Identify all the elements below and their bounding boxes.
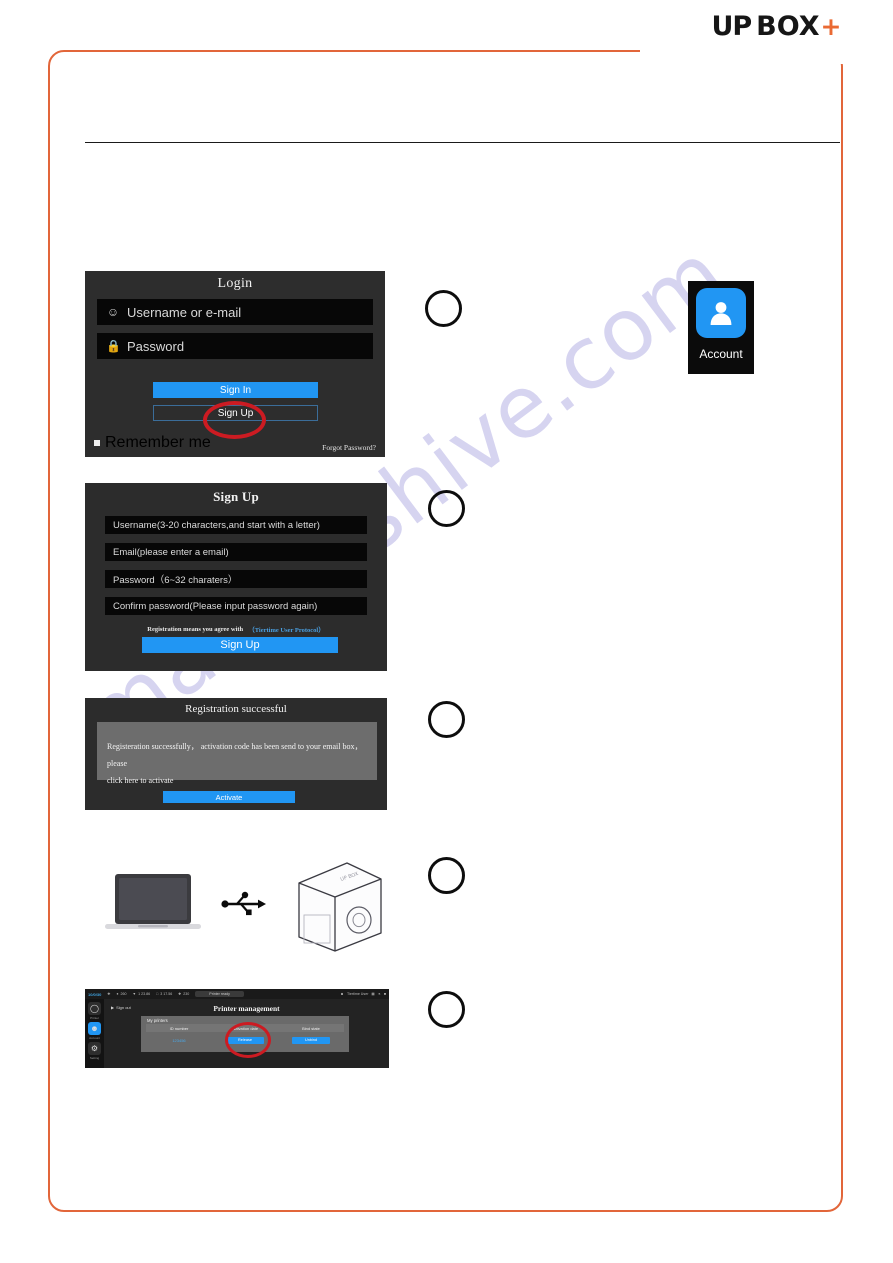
pm-sidebar-item-account[interactable]: ☻ Account <box>88 1022 101 1040</box>
gear-icon: ⚙ <box>88 1042 101 1055</box>
pm-card-title: My printers <box>147 1018 168 1023</box>
login-title: Login <box>217 276 253 291</box>
person-icon <box>696 288 746 338</box>
pm-move-icon[interactable]: ✚ <box>107 992 110 996</box>
pm-sidebar: ◯ Printer ☻ Account ⚙ Setting <box>85 999 104 1068</box>
pm-temp-readout: ▼ 1 23.86 <box>133 992 151 996</box>
layer-icon: □ <box>156 992 159 996</box>
registration-message-line1: Registeration successfully， activation c… <box>107 742 363 768</box>
sign-in-button[interactable]: Sign In <box>153 382 318 398</box>
temperature-icon: ▼ <box>132 992 137 996</box>
protocol-agreement-row: Registration means you agree with （Tiert… <box>85 624 387 635</box>
pm-release-button[interactable]: Release <box>226 1036 264 1044</box>
pm-sidebar-item-setting[interactable]: ⚙ Setting <box>88 1042 101 1060</box>
grid-icon[interactable]: ▦ <box>371 992 374 996</box>
sign-up-button[interactable]: Sign Up <box>153 405 318 421</box>
signup-confirm-password-input[interactable]: Confirm password(Please input password a… <box>105 597 367 615</box>
pm-unbind-button[interactable]: Unbind <box>292 1036 330 1044</box>
registration-message-body: Registeration successfully， activation c… <box>97 722 377 785</box>
brand-box-text: BOX <box>756 11 820 42</box>
pm-bed-readout: ✚ 230 <box>178 992 189 996</box>
bed-icon: ✚ <box>178 992 182 996</box>
signup-confirm-placeholder: Confirm password(Please input password a… <box>113 600 318 612</box>
pm-toolbar: 10/0/30 ✚ ● 260 ▼ 1 23.86 □ 3 17.56 ✚ 23… <box>85 989 389 999</box>
laptop-icon <box>105 874 201 929</box>
password-input[interactable]: 🔒 Password <box>97 333 373 359</box>
pm-temp-value: 1 23.86 <box>138 992 151 996</box>
pm-nozzle-readout: ● 260 <box>116 992 126 996</box>
brand-plus-icon: + <box>820 12 842 41</box>
printer-icon: ◯ <box>88 1002 101 1015</box>
nozzle-icon: ● <box>116 992 119 996</box>
pm-printers-table: ID number Activation date Bind state 123… <box>146 1024 344 1046</box>
signup-email-input[interactable]: Email(please enter a email) <box>105 543 367 561</box>
step-marker-2 <box>428 490 465 527</box>
step-marker-5 <box>428 991 465 1028</box>
pm-sidebar-label-account: Account <box>89 1036 100 1040</box>
account-tile[interactable]: Account <box>688 281 754 374</box>
user-icon[interactable]: ☻ <box>340 992 344 996</box>
registration-message-line2: click here to activate <box>107 776 174 785</box>
pm-toolbar-right: ☻ Tiertime User ▦ ❧ ■ <box>340 992 386 996</box>
pm-layer-value: 3 17.56 <box>160 992 173 996</box>
pm-cell-activation: Release <box>212 1036 278 1044</box>
signup-password-input[interactable]: Password（6~32 charaters） <box>105 570 367 588</box>
activate-button[interactable]: Activate <box>163 791 295 803</box>
pm-bed-value: 230 <box>183 992 190 996</box>
pm-cell-id: 123456 <box>172 1037 186 1043</box>
pm-col-bind-state: Bind state <box>302 1025 320 1031</box>
brand-up-text: UP <box>711 11 752 42</box>
pm-coordinates: 10/0/30 <box>88 991 102 997</box>
signup-submit-button[interactable]: Sign Up <box>142 637 338 653</box>
signup-email-placeholder: Email(please enter a email) <box>113 546 229 558</box>
lock-icon: 🔒 <box>106 339 121 353</box>
table-row: 123456 Release Unbind <box>146 1034 344 1046</box>
pm-my-printers-card: My printers ID number Activation date Bi… <box>141 1016 349 1052</box>
pm-status-badge: Printer ready <box>195 991 244 997</box>
pm-table-header: ID number Activation date Bind state <box>146 1024 344 1032</box>
registration-success-panel: Registration successful Registeration su… <box>85 698 387 810</box>
share-icon[interactable]: ❧ <box>378 992 381 996</box>
account-icon: ☻ <box>88 1022 101 1035</box>
pm-nozzle-value: 260 <box>120 992 127 996</box>
protocol-link[interactable]: （Tiertime User Protocol） <box>248 624 325 634</box>
pm-sidebar-label-setting: Setting <box>89 1056 100 1060</box>
remember-me-row[interactable]: Remember me <box>94 434 211 452</box>
remember-me-label: Remember me <box>105 434 211 451</box>
password-placeholder: Password <box>127 338 185 354</box>
pm-col-id: ID number <box>169 1025 189 1031</box>
signup-password-placeholder: Password（6~32 charaters） <box>113 575 238 586</box>
frame-logo-notch <box>640 40 850 64</box>
header-divider <box>85 142 840 143</box>
signup-title: Sign Up <box>213 489 259 504</box>
remember-me-checkbox[interactable] <box>94 440 100 446</box>
pm-col-activation: Activation date <box>231 1025 259 1031</box>
protocol-note-text: Registration means you agree with <box>147 625 244 633</box>
signup-panel: Sign Up Username(3-20 characters,and sta… <box>85 483 387 671</box>
login-panel: Login ☺ Username or e-mail 🔒 Password Si… <box>85 271 385 457</box>
pm-cell-bind-state: Unbind <box>278 1036 344 1044</box>
step-marker-3 <box>428 701 465 738</box>
printer-management-screenshot: 10/0/30 ✚ ● 260 ▼ 1 23.86 □ 3 17.56 ✚ 23… <box>85 989 389 1068</box>
pm-account-name: Tiertime User <box>346 992 369 996</box>
step-marker-4 <box>428 857 465 894</box>
forgot-password-link[interactable]: Forgot Password? <box>322 443 376 452</box>
brand-logo: UP BOX + <box>711 11 841 42</box>
username-input[interactable]: ☺ Username or e-mail <box>97 299 373 325</box>
pm-sidebar-label-printer: Printer <box>90 1016 99 1020</box>
pm-sidebar-item-printer[interactable]: ◯ Printer <box>88 1002 101 1020</box>
step-marker-1 <box>425 290 462 327</box>
signup-username-input[interactable]: Username(3-20 characters,and start with … <box>105 516 367 534</box>
username-placeholder: Username or e-mail <box>127 304 242 320</box>
3d-printer-icon: UP BOX <box>298 862 382 952</box>
delete-icon[interactable]: ■ <box>384 992 386 996</box>
hardware-connection-illustration: UP BOX <box>100 855 400 955</box>
signup-username-placeholder: Username(3-20 characters,and start with … <box>113 519 320 531</box>
pm-layer-readout: □ 3 17.56 <box>156 992 172 996</box>
pm-page-title: Printer management <box>213 1004 280 1013</box>
usb-icon <box>221 891 266 916</box>
account-tile-label: Account <box>699 347 743 361</box>
registration-title: Registration successful <box>185 703 287 715</box>
user-icon: ☺ <box>106 305 120 319</box>
